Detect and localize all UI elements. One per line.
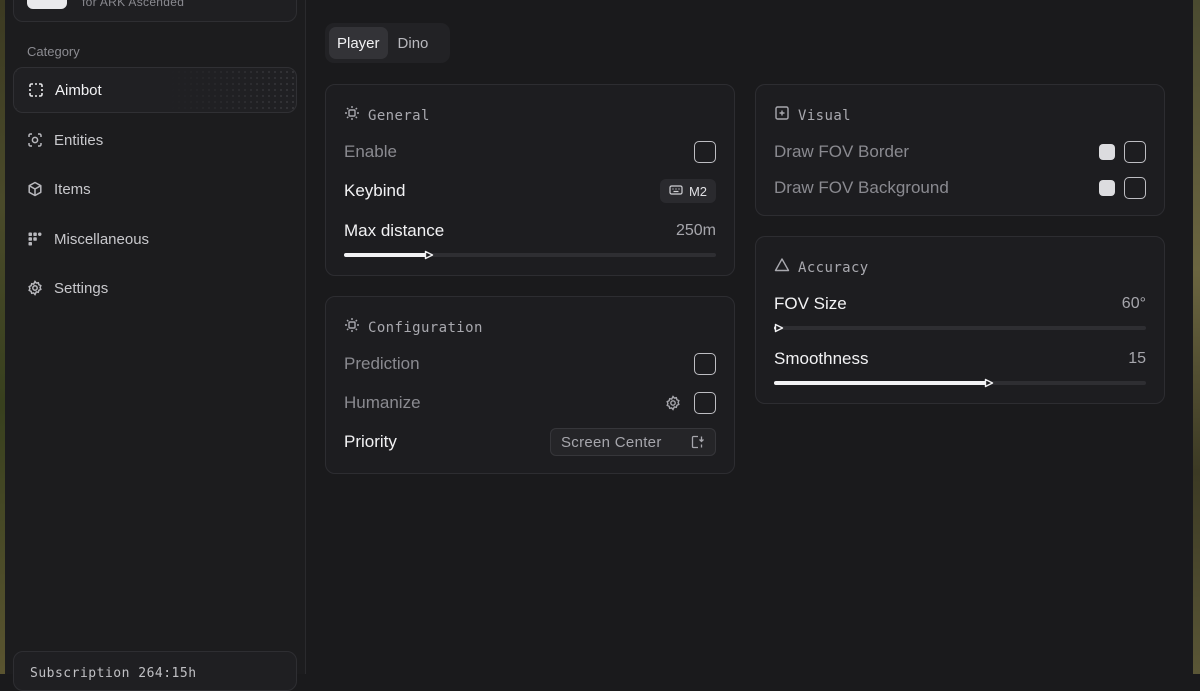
keybind-value: M2 [688,183,707,199]
priority-select-value: Screen Center [561,433,662,451]
enable-label: Enable [344,142,397,161]
configuration-card-header: Configuration [344,317,483,338]
brand-card: for ARK Ascended [13,0,297,22]
cube-icon [26,180,44,198]
subscription-card: Subscription 264:15h [13,651,297,691]
smoothness-value: 15 [1128,350,1146,367]
sidebar-item-settings[interactable]: Settings [13,265,297,311]
tab-player[interactable]: Player [329,27,388,59]
sidebar-item-entities[interactable]: Entities [13,117,297,163]
max-distance-value: 250m [675,222,716,239]
slider-thumb[interactable] [424,250,434,260]
slider-fill [344,253,428,257]
smoothness-row: Smoothness 15 [774,346,1146,372]
accuracy-card-header: Accuracy [774,257,869,278]
general-title: General [368,107,430,124]
keyboard-icon [669,184,683,199]
slider-thumb[interactable] [984,378,994,388]
priority-label: Priority [344,432,397,451]
keybind-label: Keybind [344,181,406,200]
window-edge-right [1193,0,1200,674]
smoothness-label: Smoothness [774,349,869,368]
general-card: General Enable Keybind M2 Max distance 2… [325,84,735,276]
accuracy-title: Accuracy [798,259,869,276]
enable-row: Enable [344,139,716,165]
fov-background-checkbox[interactable] [1124,177,1146,199]
sidebar-item-items[interactable]: Items [13,166,297,212]
gear-icon [26,279,44,297]
max-distance-row: Max distance 250m [344,218,716,244]
configuration-title: Configuration [368,319,483,336]
sidebar-item-miscellaneous[interactable]: Miscellaneous [13,216,297,262]
fov-background-color-swatch[interactable] [1099,180,1115,196]
category-label: Category [27,44,80,59]
smoothness-slider[interactable] [774,378,1146,388]
keybind-row: Keybind M2 [344,178,716,204]
visual-title: Visual [798,107,851,124]
crosshair-frame-icon [774,105,790,126]
fov-size-row: FOV Size 60° [774,291,1146,317]
sidebar-item-label: Settings [54,279,109,297]
enable-checkbox[interactable] [694,141,716,163]
visual-card: Visual Draw FOV Border Draw FOV Backgrou… [755,84,1165,216]
humanize-controls [665,392,716,414]
accuracy-card: Accuracy FOV Size 60° Smoothness 15 [755,236,1165,404]
fov-border-controls [1099,141,1146,163]
sun-icon [344,317,360,338]
humanize-label: Humanize [344,393,421,412]
target-tabs: Player Dino [325,23,450,63]
slider-fill [774,381,988,385]
fov-background-controls [1099,177,1146,199]
fov-background-label: Draw FOV Background [774,178,949,197]
humanize-row: Humanize [344,390,716,416]
prediction-row: Prediction [344,351,716,377]
humanize-checkbox[interactable] [694,392,716,414]
fov-border-label: Draw FOV Border [774,142,910,161]
fov-border-checkbox[interactable] [1124,141,1146,163]
prediction-label: Prediction [344,354,420,373]
fov-border-color-swatch[interactable] [1099,144,1115,160]
sidebar-item-label: Entities [54,131,104,149]
sun-icon [344,105,360,126]
tab-dino[interactable]: Dino [390,27,437,59]
max-distance-label: Max distance [344,221,445,240]
sidebar: for ARK Ascended Category Aimbot Entitie… [5,0,306,691]
fov-size-slider[interactable] [774,323,1146,333]
triangle-icon [774,257,790,278]
sidebar-item-aimbot[interactable]: Aimbot [13,67,297,113]
general-card-header: General [344,105,430,126]
slider-track [774,326,1146,330]
dashed-square-icon [27,81,45,99]
fov-size-value: 60° [1121,295,1146,312]
prediction-checkbox[interactable] [694,353,716,375]
configuration-card: Configuration Prediction Humanize Priori… [325,296,735,474]
max-distance-slider[interactable] [344,250,716,260]
visual-card-header: Visual [774,105,851,126]
sidebar-item-label: Aimbot [55,81,102,99]
main-content: Player Dino General Enable Keybind M2 Ma… [307,0,1193,674]
keybind-button[interactable]: M2 [659,179,716,203]
sidebar-item-label: Items [54,180,91,198]
fov-size-label: FOV Size [774,294,847,313]
select-expand-icon [691,435,705,449]
grid-icon [26,230,44,248]
slider-thumb[interactable] [774,323,784,333]
priority-row: Priority Screen Center [344,428,716,456]
fov-background-row: Draw FOV Background [774,175,1146,201]
fov-border-row: Draw FOV Border [774,139,1146,165]
scan-face-icon [26,131,44,149]
gear-icon[interactable] [665,395,681,411]
priority-select[interactable]: Screen Center [550,428,716,456]
sidebar-item-label: Miscellaneous [54,230,150,248]
brand-subtitle: for ARK Ascended [82,0,185,9]
brand-logo [27,0,67,9]
